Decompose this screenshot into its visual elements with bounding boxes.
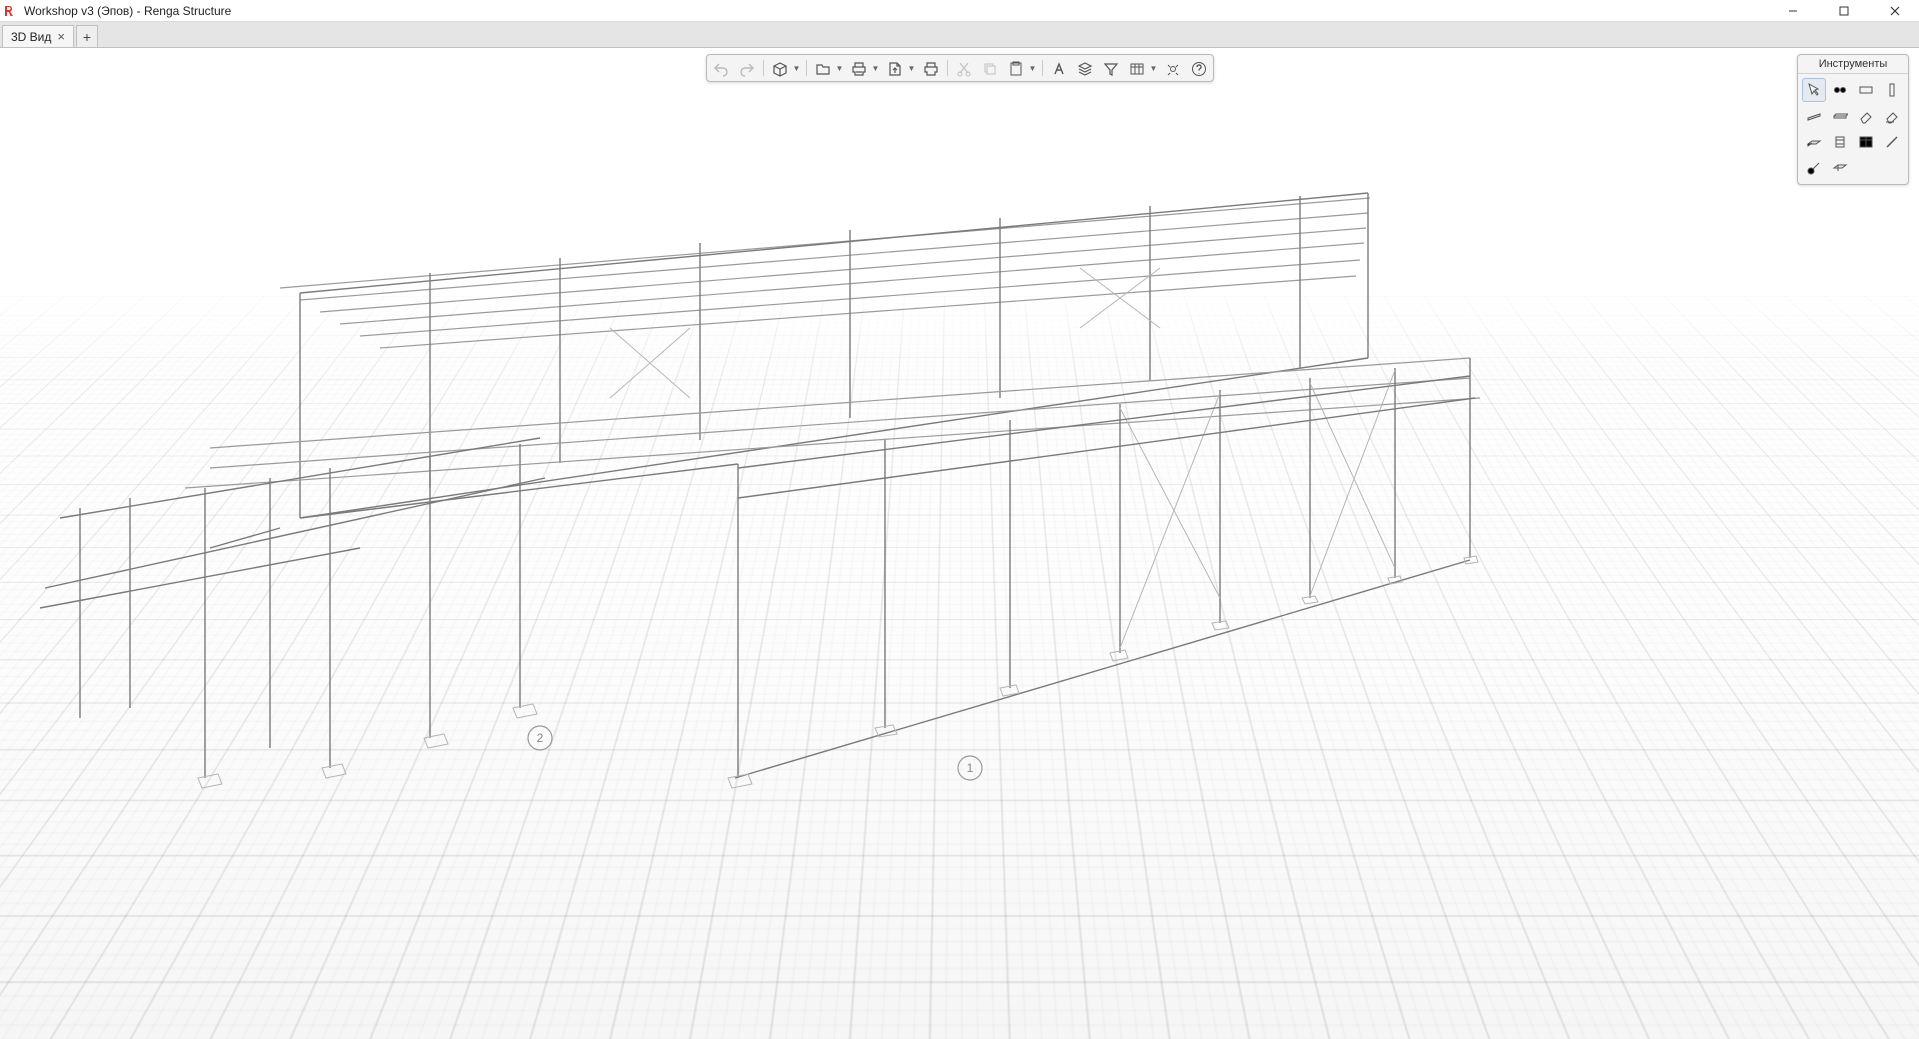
tool-link[interactable]: [1828, 78, 1852, 102]
tools-panel: Инструменты: [1797, 54, 1909, 185]
dropdown-indicator-icon[interactable]: ▼: [835, 57, 845, 79]
tab-strip: 3D Вид × +: [0, 22, 1919, 48]
tool-beam2[interactable]: [1828, 104, 1852, 128]
dropdown-indicator-icon[interactable]: ▼: [792, 57, 802, 79]
tool-cursor[interactable]: [1802, 78, 1826, 102]
cut-button[interactable]: [952, 57, 976, 81]
main-toolbar: ▼ ▼ ▼ ▼ ▼ ▼: [706, 54, 1214, 82]
tool-erase2[interactable]: [1880, 104, 1904, 128]
svg-text:1: 1: [967, 761, 974, 775]
title-bar: Workshop v3 (Эпов) - Renga Structure: [0, 0, 1919, 22]
redo-button[interactable]: [735, 57, 759, 81]
settings-button[interactable]: [1161, 57, 1185, 81]
tools-panel-title: Инструменты: [1798, 55, 1908, 74]
dropdown-indicator-icon[interactable]: ▼: [871, 57, 881, 79]
tab-add-button[interactable]: +: [76, 25, 98, 47]
app-icon: [2, 3, 18, 19]
window-minimize-button[interactable]: [1770, 0, 1815, 22]
tool-wall[interactable]: [1854, 78, 1878, 102]
tool-slab[interactable]: [1802, 130, 1826, 154]
print-setup-button[interactable]: [847, 57, 871, 81]
tab-3d-view[interactable]: 3D Вид ×: [2, 25, 74, 47]
copy-button[interactable]: [978, 57, 1002, 81]
tab-close-icon[interactable]: ×: [57, 30, 65, 43]
help-button[interactable]: [1187, 57, 1211, 81]
tool-plate[interactable]: [1828, 130, 1852, 154]
tool-beam[interactable]: [1802, 104, 1826, 128]
tool-table[interactable]: [1854, 130, 1878, 154]
window-title: Workshop v3 (Эпов) - Renga Structure: [24, 4, 231, 18]
window-close-button[interactable]: [1872, 0, 1917, 22]
paste-button[interactable]: [1004, 57, 1028, 81]
schedule-button[interactable]: [1125, 57, 1149, 81]
tool-marker[interactable]: [1828, 156, 1852, 180]
tools-grid: [1798, 74, 1908, 184]
dropdown-indicator-icon[interactable]: ▼: [1149, 57, 1159, 79]
tab-label: 3D Вид: [11, 30, 51, 44]
open-button[interactable]: [811, 57, 835, 81]
filter-button[interactable]: [1099, 57, 1123, 81]
tool-column[interactable]: [1880, 78, 1904, 102]
undo-button[interactable]: [709, 57, 733, 81]
tool-line[interactable]: [1880, 130, 1904, 154]
dropdown-indicator-icon[interactable]: ▼: [1028, 57, 1038, 79]
tool-axis[interactable]: [1802, 156, 1826, 180]
box-view-button[interactable]: [768, 57, 792, 81]
svg-text:2: 2: [537, 731, 544, 745]
plus-icon: +: [83, 29, 91, 45]
window-maximize-button[interactable]: [1821, 0, 1866, 22]
dropdown-indicator-icon[interactable]: ▼: [907, 57, 917, 79]
viewport-3d[interactable]: 2 1 ▼ ▼ ▼ ▼: [0, 48, 1919, 1039]
model-wireframe: 2 1: [0, 48, 1919, 1039]
print-button[interactable]: [919, 57, 943, 81]
export-button[interactable]: [883, 57, 907, 81]
text-style-button[interactable]: [1047, 57, 1071, 81]
tool-erase[interactable]: [1854, 104, 1878, 128]
layers-button[interactable]: [1073, 57, 1097, 81]
